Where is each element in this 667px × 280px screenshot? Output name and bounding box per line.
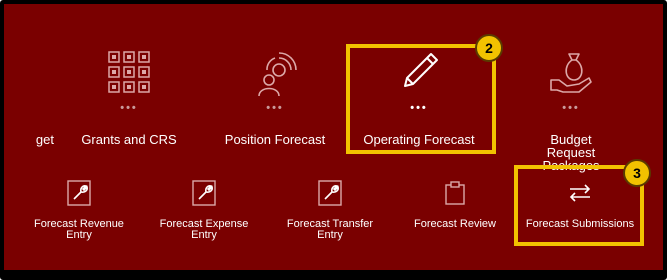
more-dots[interactable]: ••• <box>120 102 138 114</box>
tile-label: Grants and CRS <box>81 132 177 147</box>
tile-budget-request-packages[interactable]: ••• Budget Request Packages <box>511 44 631 172</box>
tile-grants-and-crs[interactable]: ••• Grants and CRS <box>69 44 189 154</box>
more-dots[interactable]: ••• <box>562 102 580 114</box>
tile-label: get <box>35 132 54 147</box>
highlight-operating-forecast <box>346 44 496 154</box>
tile-label: Forecast Transfer Entry <box>286 218 374 241</box>
wrench-doc-icon <box>192 180 216 206</box>
more-dots[interactable]: ••• <box>266 102 284 114</box>
wrench-doc-icon <box>318 180 342 206</box>
tile-forecast-revenue-entry[interactable]: Forecast Revenue Entry <box>17 180 141 250</box>
tile-forecast-expense-entry[interactable]: Forecast Expense Entry <box>142 180 266 250</box>
wrench-doc-icon <box>67 180 91 206</box>
tile-forecast-review[interactable]: Forecast Review <box>393 180 517 250</box>
callout-badge-2: 2 <box>475 34 503 62</box>
tile-label: Forecast Expense Entry <box>159 218 249 241</box>
tile-position-forecast[interactable]: ••• Position Forecast <box>215 44 335 154</box>
person-radar-icon <box>258 52 297 97</box>
tile-budget-partial[interactable]: get <box>4 44 54 154</box>
grid-icon <box>108 51 150 93</box>
tile-forecast-transfer-entry[interactable]: Forecast Transfer Entry <box>268 180 392 250</box>
callout-badge-3: 3 <box>623 159 651 187</box>
tile-label: Forecast Revenue Entry <box>34 218 124 241</box>
navigation-panel: get ••• Grants and CRS ••• Position Fore… <box>0 0 667 280</box>
money-bag-hand-icon <box>550 53 592 93</box>
tile-label: Forecast Review <box>414 218 496 230</box>
clipboard-icon <box>445 181 465 205</box>
tile-label: Position Forecast <box>224 132 326 147</box>
